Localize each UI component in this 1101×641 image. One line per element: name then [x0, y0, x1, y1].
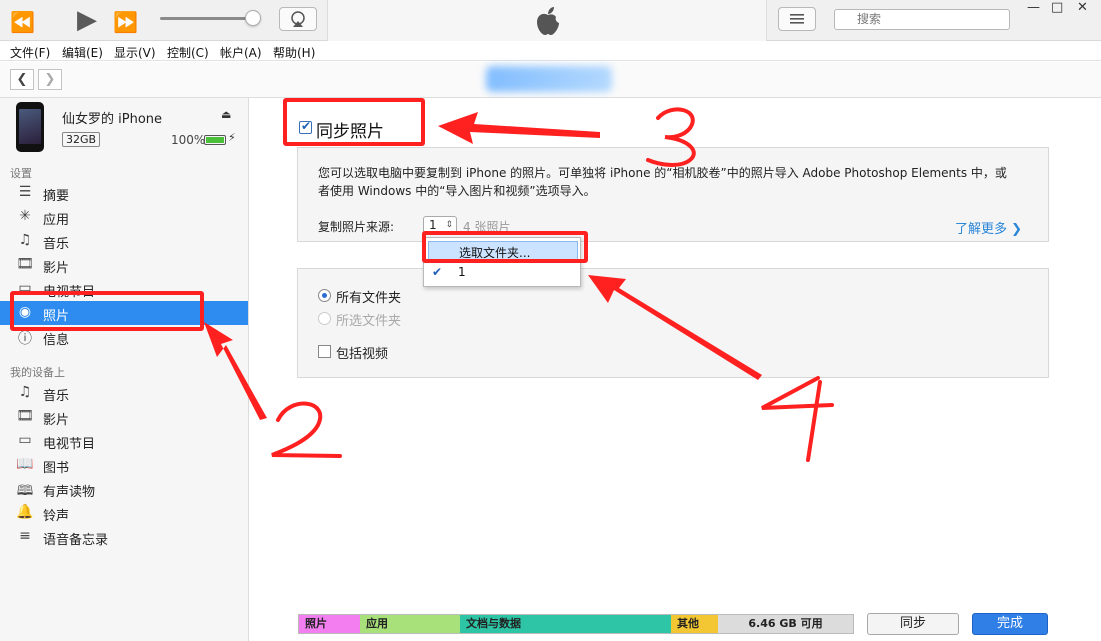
- music-icon: ♫: [18, 232, 32, 248]
- battery-percentage: 100%: [171, 133, 206, 147]
- menu-edit[interactable]: 编辑(E): [62, 44, 103, 61]
- volume-slider[interactable]: [160, 17, 258, 20]
- maximize-icon[interactable]: □: [1051, 0, 1063, 15]
- sidebar-item-summary[interactable]: ☰ 摘要: [0, 181, 248, 205]
- apps-icon: ✳: [19, 208, 31, 224]
- sidebar-item-device-voice-memos[interactable]: ≡ 语音备忘录: [0, 525, 248, 549]
- device-name: 仙女罗的 iPhone: [62, 112, 163, 127]
- annotation-box-choose-folder: [422, 231, 588, 263]
- menu-file[interactable]: 文件(F): [10, 44, 50, 61]
- photo-source-panel: 您可以选取电脑中要复制到 iPhone 的照片。可单独将 iPhone 的“相机…: [297, 147, 1049, 242]
- all-folders-label: 所有文件夹: [336, 291, 402, 306]
- dropdown-item-current[interactable]: ✔ 1: [428, 263, 578, 283]
- sidebar-item-music[interactable]: ♫ 音乐: [0, 229, 248, 253]
- book-icon: 📖: [16, 456, 34, 472]
- sidebar-item-apps[interactable]: ✳ 应用: [0, 205, 248, 229]
- charging-icon: ⚡: [228, 131, 236, 144]
- include-video-label: 包括视频: [336, 347, 389, 362]
- source-label: 复制照片来源:: [318, 220, 395, 234]
- on-device-header: 我的设备上: [10, 366, 65, 379]
- sidebar-item-device-music[interactable]: ♫ 音乐: [0, 381, 248, 405]
- list-icon: [790, 14, 804, 24]
- lcd-display: [327, 0, 767, 41]
- checkmark-icon: ✔: [432, 265, 443, 279]
- list-view-button[interactable]: [778, 7, 816, 31]
- close-icon[interactable]: ✕: [1077, 0, 1088, 15]
- sidebar-item-device-tv[interactable]: ▭ 电视节目: [0, 429, 248, 453]
- title-bar: ⏪ ▶ ⏩ ⚲ 搜索 — □ ✕: [0, 0, 1101, 41]
- sidebar-item-device-books[interactable]: 📖 图书: [0, 453, 248, 477]
- rewind-icon[interactable]: ⏪: [10, 10, 35, 34]
- device-button-blurred[interactable]: [486, 66, 612, 92]
- all-folders-radio[interactable]: [318, 289, 331, 302]
- minimize-icon[interactable]: —: [1027, 0, 1040, 15]
- sync-description: 您可以选取电脑中要复制到 iPhone 的照片。可单独将 iPhone 的“相机…: [318, 166, 1007, 198]
- sidebar-item-movies[interactable]: 🎞 影片: [0, 253, 248, 277]
- done-button[interactable]: 完成: [972, 613, 1048, 635]
- apple-logo-icon: [537, 7, 559, 35]
- storage-segment-photos: 照片: [299, 615, 360, 633]
- film-icon: 🎞: [16, 408, 34, 424]
- annotation-box-sync: [283, 98, 425, 146]
- sidebar-item-device-movies[interactable]: 🎞 影片: [0, 405, 248, 429]
- airplay-icon: [291, 11, 305, 27]
- menu-control[interactable]: 控制(C): [167, 44, 209, 61]
- summary-icon: ☰: [18, 184, 32, 200]
- storage-segment-documents: 文档与数据: [460, 615, 671, 633]
- eject-icon[interactable]: ⏏: [221, 108, 231, 121]
- fast-forward-icon[interactable]: ⏩: [113, 10, 138, 34]
- sync-button[interactable]: 同步: [867, 613, 959, 635]
- folder-options-panel: 所有文件夹 所选文件夹 包括视频: [297, 268, 1049, 378]
- play-icon[interactable]: ▶: [77, 5, 97, 35]
- storage-segment-other: 其他: [671, 615, 718, 633]
- settings-header: 设置: [10, 167, 32, 180]
- voice-memo-icon: ≡: [19, 528, 31, 544]
- learn-more-link[interactable]: 了解更多 ❯: [955, 218, 1022, 237]
- tv-icon: ▭: [18, 432, 32, 448]
- storage-bar: 照片 应用 文档与数据 其他 6.46 GB 可用: [298, 614, 854, 634]
- selected-folders-radio[interactable]: [318, 312, 331, 325]
- chevron-left-icon: ❮: [16, 72, 28, 87]
- include-video-checkbox[interactable]: [318, 345, 331, 358]
- sidebar: 仙女罗的 iPhone ⏏ 32GB 100% ⚡ 设置 ☰ 摘要 ✳ 应用 ♫…: [0, 98, 249, 641]
- menu-account[interactable]: 帐户(A): [220, 44, 262, 61]
- sidebar-item-device-audiobooks[interactable]: 🕮 有声读物: [0, 477, 248, 501]
- main-content: 同步 照片 您可以选取电脑中要复制到 iPhone 的照片。可单独将 iPhone…: [250, 98, 1101, 641]
- chevron-right-icon: ❯: [1011, 222, 1023, 237]
- storage-free-space: 6.46 GB 可用: [718, 615, 853, 633]
- menu-view[interactable]: 显示(V): [114, 44, 156, 61]
- search-input[interactable]: 搜索: [834, 9, 1010, 30]
- battery-icon: [204, 135, 226, 145]
- menu-bar: 文件(F) 编辑(E) 显示(V) 控制(C) 帐户(A) 帮助(H): [0, 41, 1101, 61]
- volume-knob[interactable]: [245, 10, 261, 26]
- back-button[interactable]: ❮: [10, 69, 34, 90]
- airplay-button[interactable]: [279, 7, 317, 31]
- iphone-image: [16, 102, 44, 152]
- film-icon: 🎞: [16, 256, 34, 272]
- storage-segment-apps: 应用: [360, 615, 460, 633]
- chevron-right-icon: ❯: [44, 72, 56, 87]
- sidebar-item-device-ringtones[interactable]: 🔔 铃声: [0, 501, 248, 525]
- selected-folders-label: 所选文件夹: [336, 314, 402, 329]
- nav-bar: ❮ ❯: [0, 62, 1101, 98]
- forward-button[interactable]: ❯: [38, 69, 62, 90]
- menu-help[interactable]: 帮助(H): [273, 44, 315, 61]
- music-icon: ♫: [18, 384, 32, 400]
- bell-icon: 🔔: [16, 504, 34, 520]
- capacity-badge: 32GB: [62, 132, 101, 147]
- info-icon: ⓘ: [18, 331, 32, 347]
- annotation-box-photos: [10, 291, 204, 331]
